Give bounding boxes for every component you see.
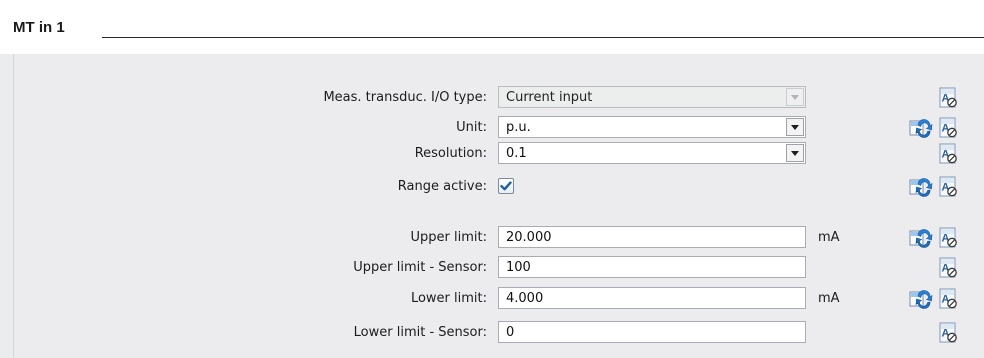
row-io-type: Meas. transduc. I/O type: Current input …: [0, 86, 984, 110]
io-type-select[interactable]: Current input: [498, 86, 806, 108]
chevron-down-icon: [791, 151, 799, 156]
upper-limit-value: 20.000: [506, 230, 552, 245]
section-title: MT in 1: [13, 19, 65, 36]
lower-limit-value: 4.000: [506, 291, 544, 306]
lower-limit-unit: mA: [818, 291, 840, 306]
sync-icon[interactable]: [909, 176, 933, 198]
unit-value: p.u.: [506, 120, 531, 135]
resolution-select[interactable]: 0.1: [498, 142, 806, 164]
resolution-value: 0.1: [506, 146, 527, 161]
text-reference-icon[interactable]: A: [937, 143, 959, 165]
io-type-value: Current input: [506, 90, 593, 105]
row-resolution: Resolution: 0.1 A: [0, 142, 984, 166]
unit-select[interactable]: p.u.: [498, 116, 806, 138]
text-reference-icon[interactable]: A: [937, 288, 959, 310]
row-lower-limit: Lower limit: 4.000 mA A: [0, 287, 984, 311]
row-unit: Unit: p.u. A: [0, 116, 984, 140]
range-active-label: Range active:: [397, 179, 487, 194]
resolution-label: Resolution:: [414, 146, 487, 161]
upper-limit-label: Upper limit:: [410, 230, 487, 245]
sync-icon[interactable]: [909, 288, 933, 310]
header-divider: [102, 37, 984, 38]
unit-label: Unit:: [456, 120, 487, 135]
text-reference-icon[interactable]: A: [937, 322, 959, 344]
row-lower-limit-sensor: Lower limit - Sensor: 0 A: [0, 321, 984, 345]
upper-limit-sensor-value: 100: [506, 260, 531, 275]
row-range-active: Range active: A: [0, 175, 984, 199]
row-upper-limit: Upper limit: 20.000 mA A: [0, 226, 984, 250]
lower-limit-sensor-value: 0: [506, 325, 515, 340]
sync-icon[interactable]: [909, 227, 933, 249]
text-reference-icon[interactable]: A: [937, 227, 959, 249]
chevron-down-icon: [791, 125, 799, 130]
io-type-dropdown-button[interactable]: [786, 88, 804, 106]
unit-dropdown-button[interactable]: [786, 118, 804, 136]
text-reference-icon[interactable]: A: [937, 87, 959, 109]
upper-limit-input[interactable]: 20.000: [498, 226, 806, 248]
sync-icon[interactable]: [909, 117, 933, 139]
lower-limit-sensor-input[interactable]: 0: [498, 321, 806, 343]
range-active-checkbox[interactable]: [498, 178, 514, 194]
lower-limit-sensor-label: Lower limit - Sensor:: [353, 325, 487, 340]
row-upper-limit-sensor: Upper limit - Sensor: 100 A: [0, 256, 984, 280]
checkmark-icon: [500, 181, 512, 191]
upper-limit-unit: mA: [818, 230, 840, 245]
chevron-down-icon: [791, 95, 799, 100]
lower-limit-input[interactable]: 4.000: [498, 287, 806, 309]
io-type-label: Meas. transduc. I/O type:: [323, 90, 487, 105]
upper-limit-sensor-label: Upper limit - Sensor:: [353, 260, 487, 275]
text-reference-icon[interactable]: A: [937, 257, 959, 279]
section-header: MT in 1: [0, 0, 984, 54]
upper-limit-sensor-input[interactable]: 100: [498, 256, 806, 278]
resolution-dropdown-button[interactable]: [786, 144, 804, 162]
text-reference-icon[interactable]: A: [937, 117, 959, 139]
text-reference-icon[interactable]: A: [937, 176, 959, 198]
lower-limit-label: Lower limit:: [410, 291, 487, 306]
